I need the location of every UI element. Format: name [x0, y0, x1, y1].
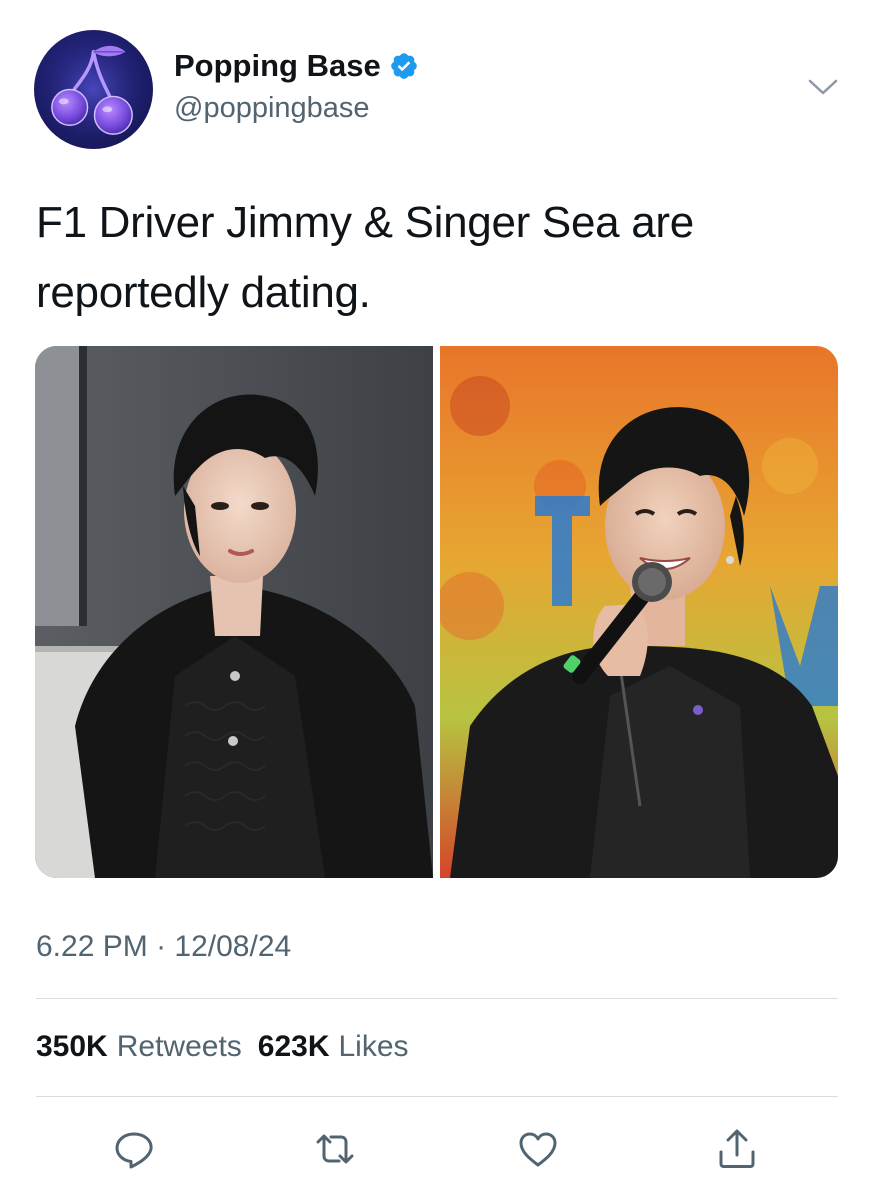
- tweet-text-line-2: reportedly dating.: [36, 268, 371, 317]
- photo-jimmy[interactable]: [35, 346, 433, 878]
- divider: [36, 1096, 838, 1097]
- verified-badge-icon: [389, 51, 419, 81]
- heart-icon: [519, 1132, 557, 1167]
- account-handle[interactable]: @poppingbase: [174, 92, 370, 125]
- retweets-label: Retweets: [116, 1030, 242, 1063]
- chevron-down-icon[interactable]: [806, 74, 840, 100]
- retweets-stat[interactable]: 350K Retweets: [36, 1030, 242, 1064]
- likes-label: Likes: [338, 1030, 409, 1063]
- tweet-timestamp[interactable]: 6.22 PM · 12/08/24: [36, 930, 291, 964]
- share-icon: [719, 1129, 755, 1168]
- reply-icon: [115, 1132, 153, 1169]
- tweet-date: 12/08/24: [174, 930, 292, 963]
- timestamp-separator: ·: [156, 930, 167, 963]
- share-button[interactable]: [714, 1126, 760, 1172]
- retweet-button[interactable]: [312, 1126, 358, 1172]
- retweets-count: 350K: [36, 1030, 108, 1063]
- tweet-media: [35, 346, 838, 878]
- retweet-icon: [316, 1134, 354, 1164]
- photo-sea[interactable]: [440, 346, 838, 878]
- avatar[interactable]: [34, 30, 153, 149]
- tweet-stats: 350K Retweets 623K Likes: [36, 1030, 409, 1064]
- divider: [36, 998, 838, 999]
- reply-button[interactable]: [111, 1126, 157, 1172]
- tweet-time: 6.22 PM: [36, 930, 148, 963]
- tweet-text-line-1: F1 Driver Jimmy & Singer Sea are: [36, 198, 694, 247]
- tweet-text: F1 Driver Jimmy & Singer Sea are reporte…: [36, 188, 836, 328]
- display-name-text: Popping Base: [174, 48, 381, 83]
- like-button[interactable]: [515, 1126, 561, 1172]
- account-display-name[interactable]: Popping Base: [174, 48, 419, 84]
- likes-count: 623K: [257, 1030, 330, 1063]
- cherry-icon: [34, 30, 153, 149]
- likes-stat[interactable]: 623K Likes: [258, 1030, 409, 1064]
